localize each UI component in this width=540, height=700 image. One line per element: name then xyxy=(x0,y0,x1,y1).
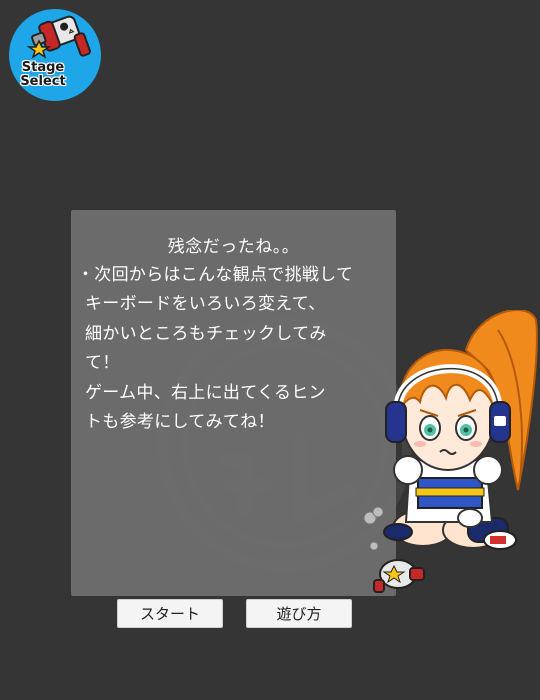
hint-line: トも参考にしてみてね！ xyxy=(85,412,275,432)
hint-line: 細かいところもチェックしてみ xyxy=(85,323,327,344)
start-button[interactable]: スタート xyxy=(117,599,223,628)
sad-character-illustration xyxy=(363,310,538,593)
result-title: 残念だったね。。 xyxy=(167,237,300,257)
stage-select-label: Stage Select xyxy=(20,60,66,89)
hint-line: ゲーム中、右上に出てくるヒン xyxy=(85,382,326,403)
stage-select-button[interactable]: Stage Select xyxy=(9,9,101,101)
hint-line: て！ xyxy=(85,353,120,373)
hint-heading: ・次回からはこんな観点で挑戦して xyxy=(77,265,354,285)
hint-line: キーボードをいろいろ変えて、 xyxy=(85,294,326,314)
result-panel: 残念だったね。。 ・次回からはこんな観点で挑戦して キーボードをいろいろ変えて、… xyxy=(71,210,396,596)
how-to-play-button[interactable]: 遊び方 xyxy=(246,599,352,628)
hint-body: キーボードをいろいろ変えて、 細かいところもチェックしてみ て！ ゲーム中、右上… xyxy=(85,290,385,438)
